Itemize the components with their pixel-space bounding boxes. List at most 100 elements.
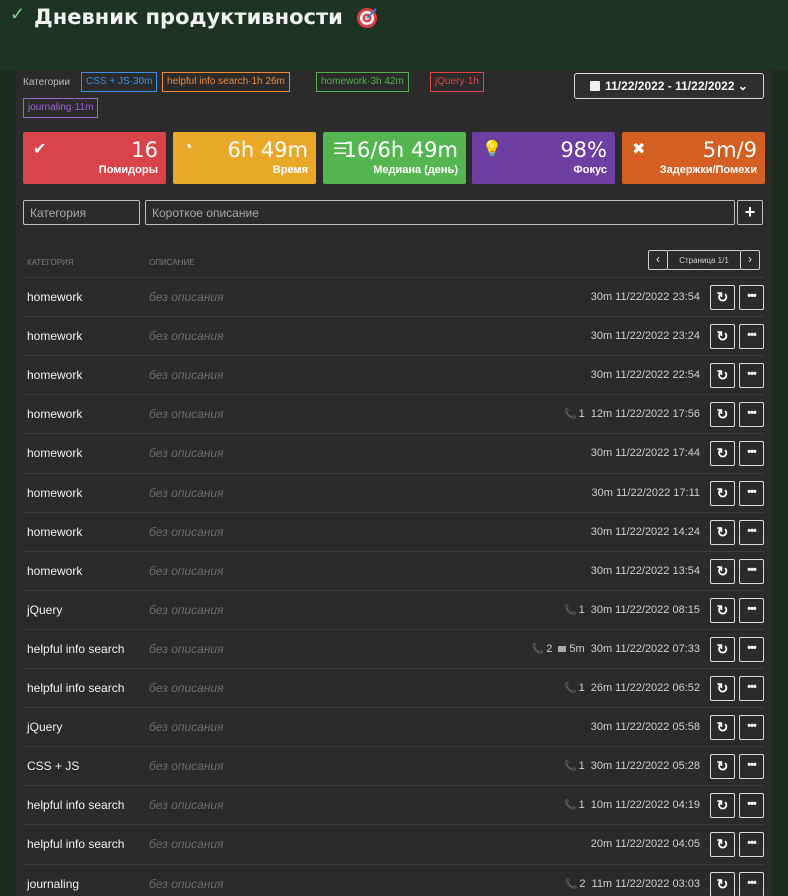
more-button[interactable]: ••• [739,558,764,584]
more-button[interactable]: ••• [739,480,764,506]
ellipsis-icon: ••• [747,602,757,615]
stat-pomodoros: ✔ 16 Помидоры [23,132,166,184]
phone-icon: 📞 [564,878,578,890]
more-button[interactable]: ••• [739,441,764,467]
row-date: 11/22/2022 13:54 [615,564,700,577]
ellipsis-icon: ••• [747,641,757,654]
row-date: 11/22/2022 03:03 [615,877,700,890]
row-meta: 30m 11/22/2022 13:54 [591,565,700,577]
ellipsis-icon: ••• [747,407,757,420]
category-chip[interactable]: jQuery·1h [430,72,484,92]
phone-icon: 📞 [564,409,577,421]
add-entry-button[interactable]: + [737,200,763,225]
repeat-button[interactable]: ↻ [710,871,735,896]
row-meta: 30m 11/22/2022 14:24 [591,526,700,538]
repeat-button[interactable]: ↻ [710,324,735,350]
row-meta: 📞 1 26m 11/22/2022 06:52 [564,682,700,694]
more-button[interactable]: ••• [739,402,764,428]
repeat-button[interactable]: ↻ [710,676,735,701]
more-button[interactable]: ••• [739,519,764,545]
more-button[interactable]: ••• [739,715,764,741]
row-date: 11/22/2022 17:11 [615,486,700,499]
repeat-button[interactable]: ↻ [710,597,735,623]
more-button[interactable]: ••• [739,363,764,389]
repeat-button[interactable]: ↻ [710,519,735,545]
redo-icon: ↻ [716,640,729,657]
row-description: без описания [149,837,224,852]
row-date: 11/22/2022 05:28 [615,760,700,773]
repeat-button[interactable]: ↻ [710,793,735,819]
row-calls: 2 [579,877,586,890]
row-meta: 📞 2 11m 11/22/2022 03:03 [565,878,700,890]
row-category: helpful info search [27,798,125,813]
category-chip[interactable]: journaling·11m [23,98,99,118]
table-row: CSS + JS без описания 📞 1 30m 11/22/2022 05:… [23,746,764,785]
row-duration: 11m [591,877,613,890]
more-button[interactable]: ••• [739,285,764,310]
more-button[interactable]: ••• [739,871,764,896]
repeat-button[interactable]: ↻ [710,754,735,780]
repeat-button[interactable]: ↻ [710,832,735,858]
description-input[interactable] [145,200,735,225]
repeat-button[interactable]: ↻ [710,480,735,506]
x-icon: ✖ [632,141,646,158]
page-indicator: Страница 1/1 [668,250,740,270]
row-calls: 2 [546,642,553,655]
row-meta: 30m 11/22/2022 05:58 [591,721,700,733]
repeat-button[interactable]: ↻ [710,715,735,741]
category-chip[interactable]: homework·3h 42m [316,72,409,92]
row-description: без описания [149,798,224,813]
table-header: КАТЕГОРИЯ ОПИСАНИЕ ‹ Страница 1/1 › [23,250,764,276]
lightbulb-icon: 💡 [482,141,502,158]
more-button[interactable]: ••• [739,636,764,662]
repeat-button[interactable]: ↻ [710,441,735,467]
more-button[interactable]: ••• [739,754,764,780]
stat-caption: Медиана (день) [373,164,458,176]
repeat-button[interactable]: ↻ [710,558,735,584]
row-duration: 30m [590,760,613,773]
stat-focus: 💡 98% Фокус [472,132,615,184]
category-chip[interactable]: helpful info search·1h 26m [162,72,290,92]
row-category: homework [27,329,83,344]
table-row: jQuery без описания 📞 1 30m 11/22/2022 08:15… [23,589,764,629]
row-duration: 12m [590,408,613,421]
row-description: без описания [149,446,224,461]
more-button[interactable]: ••• [739,324,764,350]
stat-median: ☰ 16/6h 49m Медиана (день) [323,132,466,184]
repeat-button[interactable]: ↻ [710,363,735,389]
stat-value: 5m/9 [702,138,757,162]
more-button[interactable]: ••• [739,597,764,623]
phone-icon: 📞 [564,683,577,694]
table-row: homework без описания 30m 11/22/2022 13:54… [23,550,764,590]
row-category: helpful info search [27,641,125,656]
phone-icon: 📞 [564,761,577,773]
row-category: jQuery [27,602,63,617]
row-date: 11/22/2022 17:44 [615,447,700,460]
row-category: homework [27,368,83,383]
pagination: ‹ Страница 1/1 › [648,250,764,270]
next-page-button[interactable]: › [740,250,760,270]
redo-icon: ↻ [716,758,729,775]
row-duration: 30m [590,291,613,303]
ellipsis-icon: ••• [747,876,757,889]
table-row: helpful info search без описания 📞 2 5m 30m 1… [23,628,764,668]
table-row: homework без описания 30m 11/22/2022 22:54… [23,355,764,394]
row-description: без описания [149,290,224,304]
repeat-button[interactable]: ↻ [710,636,735,662]
more-button[interactable]: ••• [739,793,764,819]
row-duration: 30m [590,603,613,616]
prev-page-button[interactable]: ‹ [648,250,668,270]
column-category: КАТЕГОРИЯ [27,258,74,267]
repeat-button[interactable]: ↻ [710,285,735,310]
category-chip[interactable]: CSS + JS·30m [81,72,158,92]
category-input[interactable] [23,200,140,225]
more-button[interactable]: ••• [739,676,764,701]
date-range-picker[interactable]: 11/22/2022 - 11/22/2022 ⌄ [574,73,764,99]
more-button[interactable]: ••• [739,832,764,858]
phone-icon: 📞 [564,604,577,616]
redo-icon: ↻ [716,797,729,814]
repeat-button[interactable]: ↻ [710,402,735,428]
row-category: homework [27,446,83,461]
row-meta: 30m 11/22/2022 17:11 [592,487,700,499]
row-date: 11/22/2022 08:15 [615,603,700,616]
